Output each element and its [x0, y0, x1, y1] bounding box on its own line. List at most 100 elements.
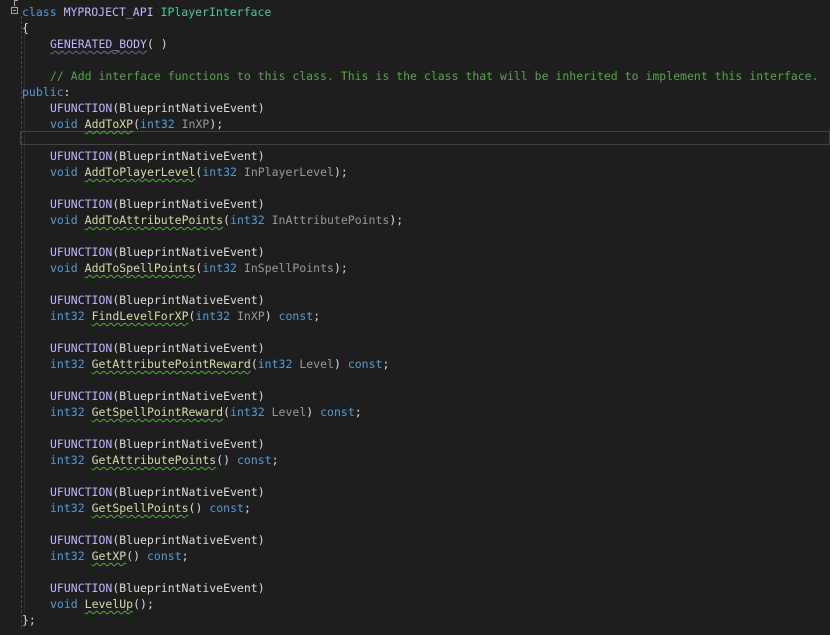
class-declaration: class MYPROJECT_API IPlayerInterface — [22, 4, 271, 20]
ufunction-specifier: (BlueprintNativeEvent) — [112, 149, 265, 163]
const-keyword: const — [147, 549, 182, 563]
ufunction-specifier: (BlueprintNativeEvent) — [112, 485, 265, 499]
param-type: int32 — [202, 261, 237, 275]
ufunction-macro: UFUNCTION — [50, 149, 113, 163]
ufunction-line: UFUNCTION(BlueprintNativeEvent) — [50, 532, 265, 548]
function-name: FindLevelForXP — [91, 309, 189, 323]
access-colon: : — [63, 85, 71, 99]
function-declaration-levelup: void LevelUp(); — [50, 596, 154, 612]
semicolon: ; — [340, 261, 348, 275]
fold-connector — [14, 0, 15, 6]
function-name: GetSpellPoints — [91, 501, 189, 515]
return-type: int32 — [50, 453, 85, 467]
function-name: GetAttributePoints — [91, 453, 217, 467]
ufunction-specifier: (BlueprintNativeEvent) — [112, 197, 265, 211]
function-name: GetXP — [91, 549, 127, 563]
function-declaration-addtoxp: void AddToXP(int32 InXP); — [50, 116, 223, 132]
ufunction-macro: UFUNCTION — [50, 293, 113, 307]
ufunction-macro: UFUNCTION — [50, 245, 113, 259]
ufunction-macro: UFUNCTION — [50, 341, 113, 355]
ufunction-specifier: (BlueprintNativeEvent) — [112, 581, 265, 595]
semicolon: ; — [216, 117, 224, 131]
param-name: Level — [271, 405, 307, 419]
ufunction-specifier: (BlueprintNativeEvent) — [112, 293, 265, 307]
semicolon: ; — [146, 597, 154, 611]
semicolon: ; — [354, 405, 362, 419]
ufunction-specifier: (BlueprintNativeEvent) — [112, 389, 265, 403]
return-type: int32 — [50, 357, 85, 371]
semicolon: ; — [382, 357, 390, 371]
ufunction-macro: UFUNCTION — [50, 197, 113, 211]
collapse-icon[interactable] — [11, 7, 18, 14]
param-type: int32 — [230, 213, 265, 227]
public-keyword: public — [22, 85, 64, 99]
ufunction-line: UFUNCTION(BlueprintNativeEvent) — [50, 340, 265, 356]
code-comment: // Add interface functions to this class… — [50, 69, 819, 83]
access-specifier-line: public: — [22, 84, 70, 100]
class-name: IPlayerInterface — [160, 5, 272, 19]
semicolon: ; — [396, 213, 404, 227]
return-type: int32 — [50, 309, 85, 323]
const-keyword: const — [278, 309, 314, 323]
param-name: InXP — [237, 309, 265, 323]
comment-line: // Add interface functions to this class… — [50, 68, 819, 84]
function-declaration-getspellpoints: int32 GetSpellPoints() const; — [50, 500, 251, 516]
open-paren: ( — [133, 597, 141, 611]
const-keyword: const — [209, 501, 244, 515]
function-declaration-getspellpointreward: int32 GetSpellPointReward(int32 Level) c… — [50, 404, 362, 420]
return-type: int32 — [50, 501, 85, 515]
ufunction-line: UFUNCTION(BlueprintNativeEvent) — [50, 100, 265, 116]
generated-body-macro: GENERATED_BODY — [50, 37, 147, 51]
return-type: void — [50, 165, 78, 179]
ufunction-macro: UFUNCTION — [50, 389, 113, 403]
const-keyword: const — [320, 405, 355, 419]
outline-guide — [21, 16, 22, 628]
function-name: AddToPlayerLevel — [84, 165, 196, 179]
return-type: int32 — [50, 405, 85, 419]
function-declaration-addtoplayerlevel: void AddToPlayerLevel(int32 InPlayerLeve… — [50, 164, 348, 180]
function-name: GetAttributePointReward — [91, 357, 251, 371]
ufunction-specifier: (BlueprintNativeEvent) — [112, 245, 265, 259]
code-editor[interactable]: class MYPROJECT_API IPlayerInterface{ GEN… — [0, 0, 830, 635]
ufunction-line: UFUNCTION(BlueprintNativeEvent) — [50, 388, 265, 404]
ufunction-specifier: (BlueprintNativeEvent) — [112, 101, 265, 115]
param-name: Level — [299, 357, 334, 371]
open-paren: ( — [250, 357, 258, 371]
function-declaration-addtoattributepoints: void AddToAttributePoints(int32 InAttrib… — [50, 212, 403, 228]
return-type: void — [50, 597, 78, 611]
close-paren: ) — [333, 357, 341, 371]
semicolon: ; — [271, 453, 279, 467]
function-declaration-getattributepointreward: int32 GetAttributePointReward(int32 Leve… — [50, 356, 389, 372]
return-type: void — [50, 213, 78, 227]
ufunction-specifier: (BlueprintNativeEvent) — [112, 533, 265, 547]
function-name: GetSpellPointReward — [91, 405, 224, 419]
function-declaration-addtospellpoints: void AddToSpellPoints(int32 InSpellPoint… — [50, 260, 348, 276]
function-declaration-findlevelforxp: int32 FindLevelForXP(int32 InXP) const; — [50, 308, 320, 324]
class-keyword: class — [22, 5, 57, 19]
const-keyword: const — [347, 357, 383, 371]
function-name: LevelUp — [84, 597, 134, 611]
param-type: int32 — [140, 117, 175, 131]
ufunction-specifier: (BlueprintNativeEvent) — [112, 341, 265, 355]
semicolon: ; — [181, 549, 189, 563]
generated-body-line: GENERATED_BODY( ) — [50, 36, 168, 52]
ufunction-line: UFUNCTION(BlueprintNativeEvent) — [50, 436, 265, 452]
open-brace: { — [22, 21, 29, 35]
param-name: InXP — [181, 117, 210, 131]
open-brace-line: { — [22, 20, 29, 36]
semicolon: ; — [243, 501, 251, 515]
close-paren: ) — [333, 165, 341, 179]
